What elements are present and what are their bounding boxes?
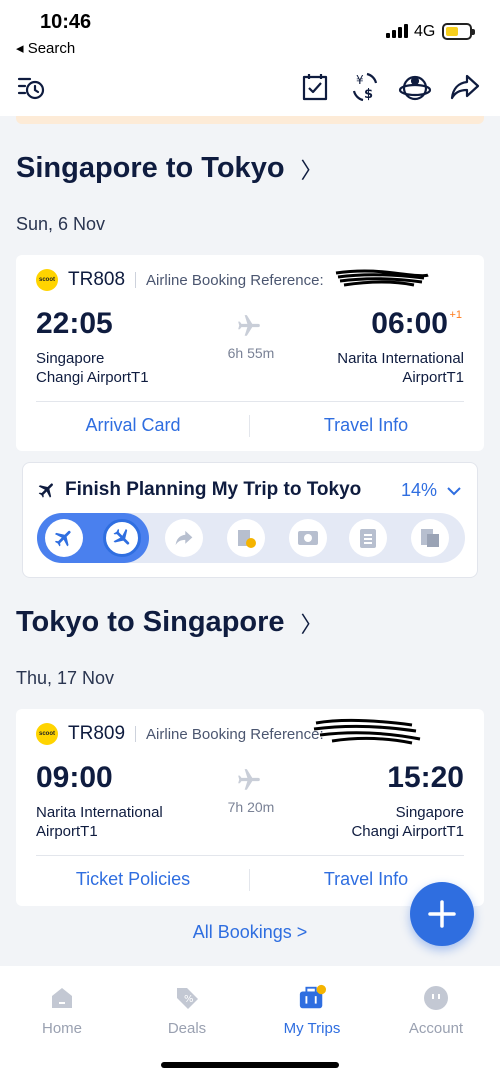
arrival-time: 06:00 (371, 307, 448, 340)
arrival-airport: Singapore Changi AirportT1 (351, 803, 464, 841)
flight-card-return[interactable]: scoot TR809 Airline Booking Reference: 0… (16, 709, 484, 906)
svg-text:%: % (184, 994, 194, 1005)
suitcase-icon (298, 984, 326, 1012)
flight-header: scoot TR809 Airline Booking Reference: (36, 723, 324, 745)
signal-icon (386, 24, 408, 38)
tab-label: Home (41, 1020, 82, 1037)
currency-exchange-icon[interactable]: ¥ $ (348, 70, 382, 104)
route-title-text: Tokyo to Singapore (16, 606, 285, 638)
plane-icon (238, 769, 260, 790)
arrival-terminal: AirportT1 (402, 369, 464, 386)
planning-percent: 14% (400, 480, 437, 500)
calendar-check-icon[interactable] (298, 70, 332, 104)
departure-airport: Narita International AirportT1 (36, 803, 163, 841)
booking-reference-label: Airline Booking Reference: (146, 725, 324, 743)
divider (249, 415, 250, 437)
route-title-text: Singapore to Tokyo (16, 152, 285, 184)
departure-terminal: Changi AirportT1 (36, 369, 149, 386)
tab-home[interactable]: Home (7, 984, 117, 1037)
plane-icon (238, 315, 260, 336)
back-to-search-link[interactable]: ◂ Search (16, 39, 75, 57)
chevron-right-icon: 〉 (300, 157, 323, 183)
globe-location-icon[interactable] (398, 70, 432, 104)
trip-planning-card[interactable]: Finish Planning My Trip to Tokyo 14% (22, 462, 478, 578)
tab-label: Deals (167, 1020, 207, 1037)
home-indicator (161, 1062, 339, 1068)
deals-tag-icon: % (173, 984, 201, 1012)
route-title-return[interactable]: Tokyo to Singapore 〉 (16, 606, 323, 639)
flight-duration: 6h 55m (227, 345, 275, 361)
divider (135, 726, 137, 742)
arrival-city: Singapore (395, 804, 464, 821)
svg-text:$: $ (364, 87, 373, 102)
arrival-terminal: Changi AirportT1 (351, 823, 464, 840)
arrival-card-link[interactable]: Arrival Card (33, 415, 233, 436)
travel-info-link[interactable]: Travel Info (266, 415, 466, 436)
planning-title: Finish Planning My Trip to Tokyo (37, 479, 361, 501)
divider (135, 272, 137, 288)
battery-icon (442, 23, 475, 40)
route-title-outbound[interactable]: Singapore to Tokyo 〉 (16, 152, 323, 185)
step-attractions-icon[interactable] (289, 519, 327, 557)
divider (36, 401, 464, 402)
share-icon[interactable] (448, 70, 482, 104)
planning-progress-toggle[interactable]: 14% (401, 480, 461, 501)
arrival-city: Narita International (337, 350, 464, 367)
planning-steps (37, 513, 465, 563)
divider (36, 855, 464, 856)
top-toolbar: ¥ $ (0, 62, 500, 116)
chevron-down-icon (447, 486, 461, 495)
step-documents-icon[interactable] (411, 519, 449, 557)
step-checklist-icon[interactable] (349, 519, 387, 557)
history-icon[interactable] (14, 70, 48, 104)
notice-strip (16, 116, 484, 124)
step-flight-booked-icon[interactable] (45, 519, 83, 557)
flight-number: TR809 (68, 723, 126, 744)
departure-city: Singapore (36, 350, 105, 367)
departure-city: Narita International (36, 804, 163, 821)
step-transfer-icon[interactable] (165, 519, 203, 557)
chevron-right-icon: 〉 (300, 611, 323, 637)
booking-reference-label: Airline Booking Reference: (146, 271, 324, 289)
departure-time: 22:05 (36, 307, 113, 340)
tab-deals[interactable]: % Deals (132, 984, 242, 1037)
tab-label: My Trips (283, 1020, 341, 1037)
tab-my-trips[interactable]: My Trips (257, 984, 367, 1037)
flight-card-outbound[interactable]: scoot TR808 Airline Booking Reference: 2… (16, 255, 484, 451)
tab-account[interactable]: Account (381, 984, 491, 1037)
status-bar: 10:46 ◂ Search 4G (0, 0, 500, 62)
flight-number: TR808 (68, 269, 126, 290)
return-date: Thu, 17 Nov (16, 668, 115, 688)
departure-time: 09:00 (36, 761, 113, 794)
arrival-time: 15:20 (387, 761, 464, 794)
scoot-logo-icon: scoot (36, 723, 58, 745)
scoot-logo-icon: scoot (36, 269, 58, 291)
home-icon (48, 984, 76, 1012)
account-face-icon (422, 984, 450, 1012)
departure-airport: Singapore Changi AirportT1 (36, 349, 149, 387)
plus-icon (428, 900, 456, 928)
outbound-date: Sun, 6 Nov (16, 214, 106, 234)
flight-duration: 7h 20m (227, 799, 275, 815)
plane-icon (38, 483, 53, 498)
network-type: 4G (414, 23, 436, 40)
divider (249, 869, 250, 891)
trip-page: Singapore to Tokyo 〉 Sun, 6 Nov scoot TR8… (0, 116, 500, 966)
flight-header: scoot TR808 Airline Booking Reference: (36, 269, 324, 291)
bottom-tab-bar: Home % Deals My Trips Account (0, 966, 500, 1080)
tab-label: Account (408, 1020, 464, 1037)
step-return-flight-icon[interactable] (103, 519, 141, 557)
step-hotel-icon[interactable] (227, 519, 265, 557)
svg-text:¥: ¥ (356, 73, 364, 87)
day-offset: +1 (449, 309, 462, 321)
ticket-policies-link[interactable]: Ticket Policies (33, 869, 233, 890)
clock: 10:46 (40, 11, 92, 33)
arrival-airport: Narita International AirportT1 (337, 349, 464, 387)
planning-title-text: Finish Planning My Trip to Tokyo (65, 479, 362, 500)
redaction-scribble (313, 718, 421, 745)
add-trip-button[interactable] (410, 882, 474, 946)
redaction-scribble (335, 269, 429, 287)
departure-terminal: AirportT1 (36, 823, 98, 840)
